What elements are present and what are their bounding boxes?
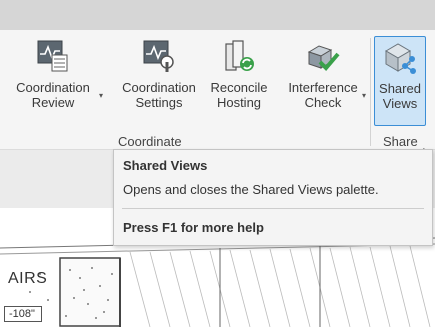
room-name-label: AIRS: [8, 270, 48, 287]
panel-label-share: Share: [383, 134, 418, 149]
title-bar: [0, 0, 435, 30]
coordination-settings-label-line1: Coordination: [122, 80, 196, 95]
reconcile-hosting-button[interactable]: Reconcile Hosting: [204, 38, 274, 122]
shared-views-tooltip: Shared Views Opens and closes the Shared…: [113, 149, 433, 246]
tooltip-divider: [122, 208, 424, 209]
shared-views-button[interactable]: Shared Views: [374, 36, 426, 126]
coordination-review-button[interactable]: Coordination Review ▾: [2, 38, 104, 122]
interference-check-dropdown-icon[interactable]: ▾: [362, 88, 366, 103]
coordination-review-label-line2: Review: [31, 95, 75, 110]
shared-views-icon: [385, 43, 416, 74]
tooltip-help-text: Press F1 for more help: [123, 220, 264, 235]
panel-label-coordinate: Coordinate: [118, 134, 182, 149]
elevation-tag: -108": [4, 306, 42, 322]
tooltip-title: Shared Views: [123, 158, 208, 173]
coordination-review-label-line1: Coordination: [16, 80, 90, 95]
reconcile-hosting-icon: [225, 40, 254, 71]
coordination-review-icon: [37, 40, 68, 72]
ribbon: Coordination Review ▾ Coordination Setti…: [0, 30, 435, 168]
coordination-settings-icon: [143, 40, 174, 72]
shared-views-label-line1: Shared: [379, 81, 421, 96]
interference-check-button[interactable]: Interference Check ▾: [280, 38, 366, 122]
reconcile-hosting-label-line1: Reconcile: [210, 80, 268, 95]
interference-check-label-line2: Check: [304, 95, 342, 110]
interference-check-icon: [307, 45, 340, 71]
interference-check-label-line1: Interference: [288, 80, 358, 95]
tooltip-description: Opens and closes the Shared Views palett…: [123, 182, 379, 197]
coordination-settings-label-line2: Settings: [135, 95, 183, 110]
panel-separator: [370, 38, 371, 146]
reconcile-hosting-label-line2: Hosting: [216, 95, 262, 110]
coordination-settings-button[interactable]: Coordination Settings: [114, 38, 204, 122]
shared-views-label-line2: Views: [382, 96, 418, 111]
coordination-review-dropdown-icon[interactable]: ▾: [99, 88, 103, 103]
